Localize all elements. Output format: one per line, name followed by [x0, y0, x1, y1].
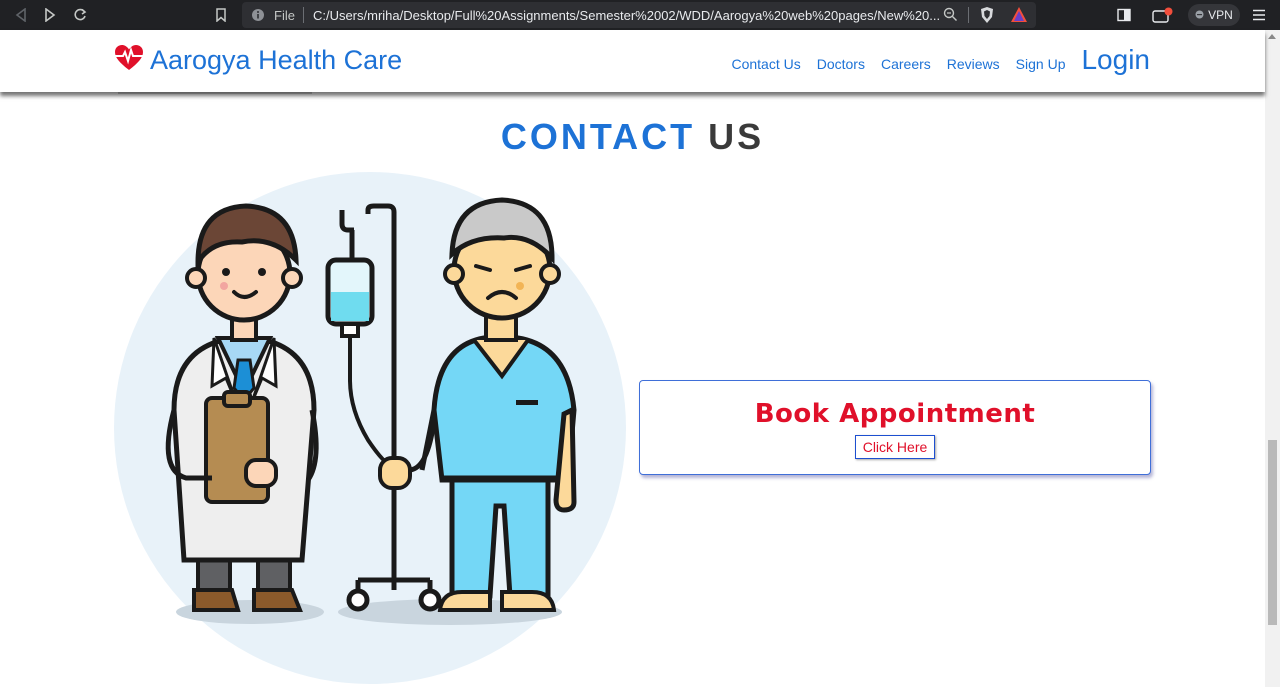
wallet-icon[interactable] — [1152, 6, 1174, 24]
menu-icon[interactable] — [1250, 6, 1268, 24]
reload-icon[interactable] — [71, 6, 89, 24]
file-label: File — [274, 7, 295, 23]
forward-icon[interactable] — [41, 6, 59, 24]
sidebar-icon[interactable] — [1115, 6, 1133, 24]
nav-careers[interactable]: Careers — [881, 56, 931, 72]
vpn-button[interactable]: VPN — [1188, 4, 1240, 26]
info-icon[interactable] — [251, 8, 265, 27]
vpn-label: VPN — [1208, 8, 1233, 22]
site-header: Aarogya Health Care Contact Us Doctors C… — [0, 30, 1265, 92]
brand-logo[interactable]: Aarogya Health Care — [114, 44, 402, 76]
url-text[interactable]: C:/Users/mriha/Desktop/Full%20Assignment… — [313, 8, 943, 23]
brave-shield-icon[interactable] — [979, 6, 995, 29]
nav-doctors[interactable]: Doctors — [817, 56, 865, 72]
address-divider — [302, 7, 304, 23]
header-divider — [118, 92, 312, 94]
scroll-up-arrow-icon[interactable] — [1268, 34, 1276, 39]
title-part-contact: CONTACT — [500, 116, 696, 157]
nav-contact-us[interactable]: Contact Us — [731, 56, 800, 72]
address-bar[interactable]: File C:/Users/mriha/Desktop/Full%20Assig… — [242, 2, 1036, 28]
doctor-patient-illustration — [112, 170, 632, 685]
nav-sign-up[interactable]: Sign Up — [1016, 56, 1066, 72]
title-part-us: US — [708, 116, 765, 157]
address-divider-2 — [968, 7, 969, 23]
heartbeat-heart-icon — [114, 44, 144, 76]
vpn-status-icon — [1195, 8, 1204, 22]
bookmark-icon[interactable] — [212, 6, 230, 24]
page-scrollbar[interactable] — [1265, 30, 1280, 687]
scroll-thumb[interactable] — [1268, 440, 1277, 625]
zoom-icon[interactable] — [943, 7, 958, 27]
nav-reviews[interactable]: Reviews — [947, 56, 1000, 72]
book-appointment-title: Book Appointment — [754, 399, 1036, 429]
browser-toolbar: File C:/Users/mriha/Desktop/Full%20Assig… — [0, 0, 1280, 30]
rewards-icon[interactable] — [1010, 6, 1028, 28]
main-nav: Contact Us Doctors Careers Reviews Sign … — [731, 44, 1150, 76]
nav-login[interactable]: Login — [1081, 44, 1150, 76]
brand-name: Aarogya Health Care — [150, 44, 403, 75]
book-appointment-button[interactable]: Click Here — [854, 435, 936, 459]
back-icon[interactable] — [12, 6, 30, 24]
page-title: CONTACT US — [0, 116, 1265, 158]
book-appointment-card: Book Appointment Click Here — [639, 380, 1151, 475]
